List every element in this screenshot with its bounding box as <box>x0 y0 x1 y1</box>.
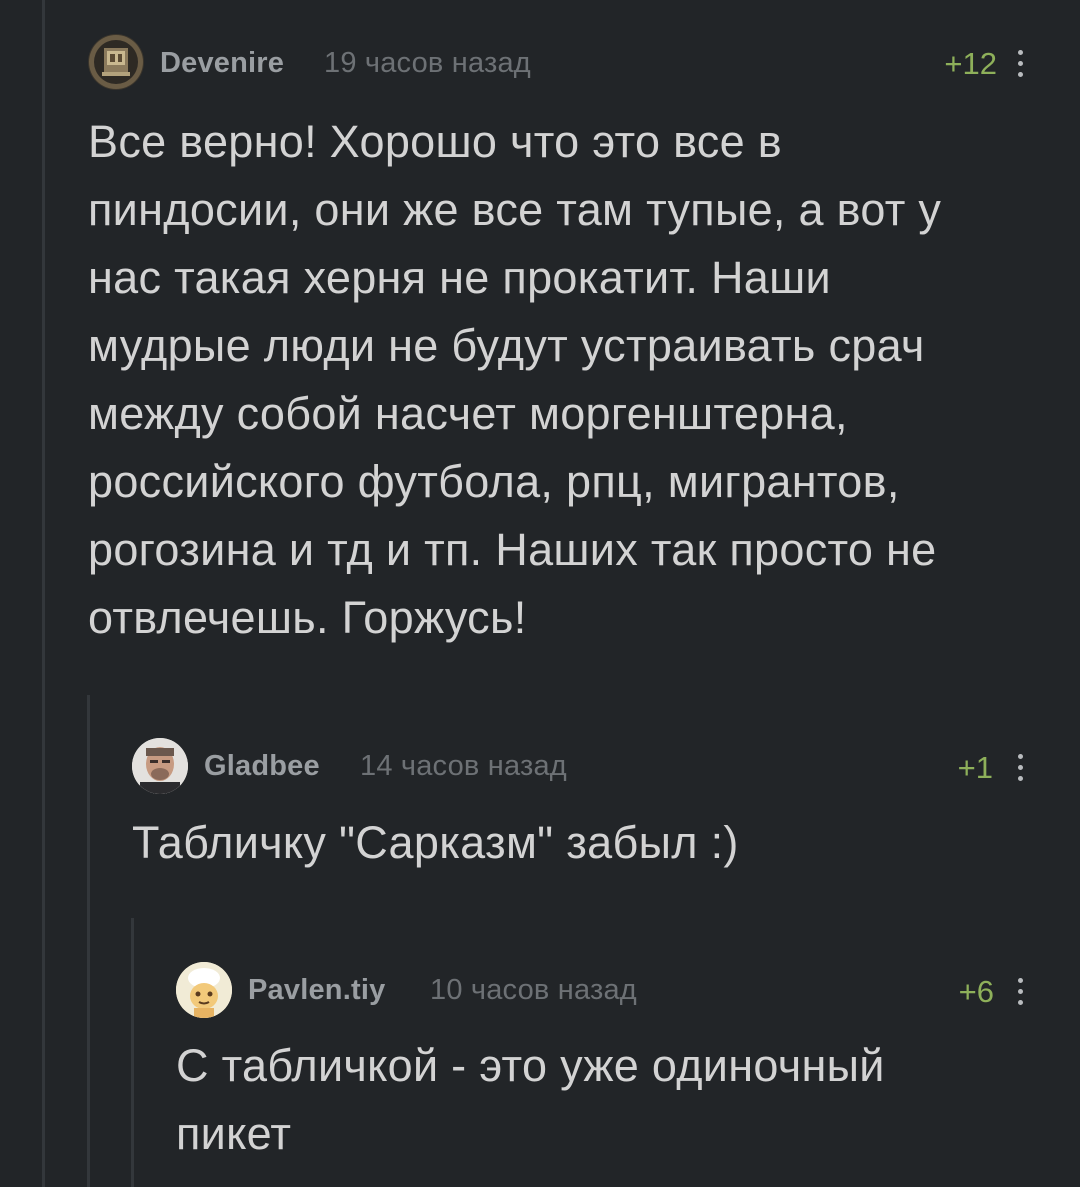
avatar-picture-icon <box>89 35 143 89</box>
more-vertical-icon[interactable] <box>1008 45 1032 81</box>
comment-text-line: пикет <box>176 1108 292 1159</box>
avatar[interactable] <box>176 962 232 1018</box>
comment-text-line: между собой насчет моргенштерна, <box>88 388 848 439</box>
comment-text-line: нас такая херня не прокатит. Наши <box>88 252 831 303</box>
avatar[interactable] <box>88 34 144 90</box>
comment-text: Табличку "Сарказм" забыл :) <box>132 809 1080 877</box>
more-vertical-icon[interactable] <box>1008 749 1032 785</box>
comment-author[interactable]: Devenire <box>160 47 284 80</box>
comment: Devenire 19 часов назад +12 Все верно! Х… <box>88 32 1080 652</box>
avatar-cartoon-icon <box>176 962 232 1018</box>
comment-text: С табличкой - это уже одиночный пикет <box>176 1032 1080 1168</box>
comment-text-line: С табличкой - это уже одиночный <box>176 1040 885 1091</box>
comment-author[interactable]: Pavlen.tiy <box>248 974 385 1007</box>
comment-author[interactable]: Gladbee <box>204 750 320 783</box>
thread-line-level-2 <box>87 695 90 1187</box>
comment-text-line: рогозина и тд и тп. Наших так просто не <box>88 524 937 575</box>
comment-text-line: Все верно! Хорошо что это все в <box>88 116 782 167</box>
comment-header: Devenire 19 часов назад +12 <box>88 32 1080 92</box>
comment-reply: Pavlen.tiy 10 часов назад +6 С табличкой… <box>176 960 1080 1168</box>
thread-line-level-1 <box>42 0 45 1187</box>
comment-text-line: мудрые люди не будут устраивать срач <box>88 320 925 371</box>
comment-rating: +1 <box>957 750 993 785</box>
comment-text: Все верно! Хорошо что это все в пиндосии… <box>88 108 1080 652</box>
avatar[interactable] <box>132 738 188 794</box>
comment-rating: +6 <box>958 974 994 1009</box>
comment-text-line: отвлечешь. Горжусь! <box>88 592 527 643</box>
thread-line-level-3 <box>131 918 134 1187</box>
comment-reply: Gladbee 14 часов назад +1 Табличку "Сарк… <box>132 736 1080 877</box>
comment-text-line: Табличку "Сарказм" забыл :) <box>132 817 739 868</box>
comment-header: Gladbee 14 часов назад +1 <box>132 736 1080 796</box>
avatar-photo-icon <box>132 738 188 794</box>
comment-rating: +12 <box>944 46 997 81</box>
comment-text-line: пиндосии, они же все там тупые, а вот у <box>88 184 942 235</box>
comment-text-line: российского футбола, рпц, мигрантов, <box>88 456 900 507</box>
comment-time[interactable]: 19 часов назад <box>324 47 531 80</box>
comment-time[interactable]: 10 часов назад <box>430 974 637 1007</box>
more-vertical-icon[interactable] <box>1008 973 1032 1009</box>
comment-time[interactable]: 14 часов назад <box>360 750 567 783</box>
comment-header: Pavlen.tiy 10 часов назад +6 <box>176 960 1080 1020</box>
